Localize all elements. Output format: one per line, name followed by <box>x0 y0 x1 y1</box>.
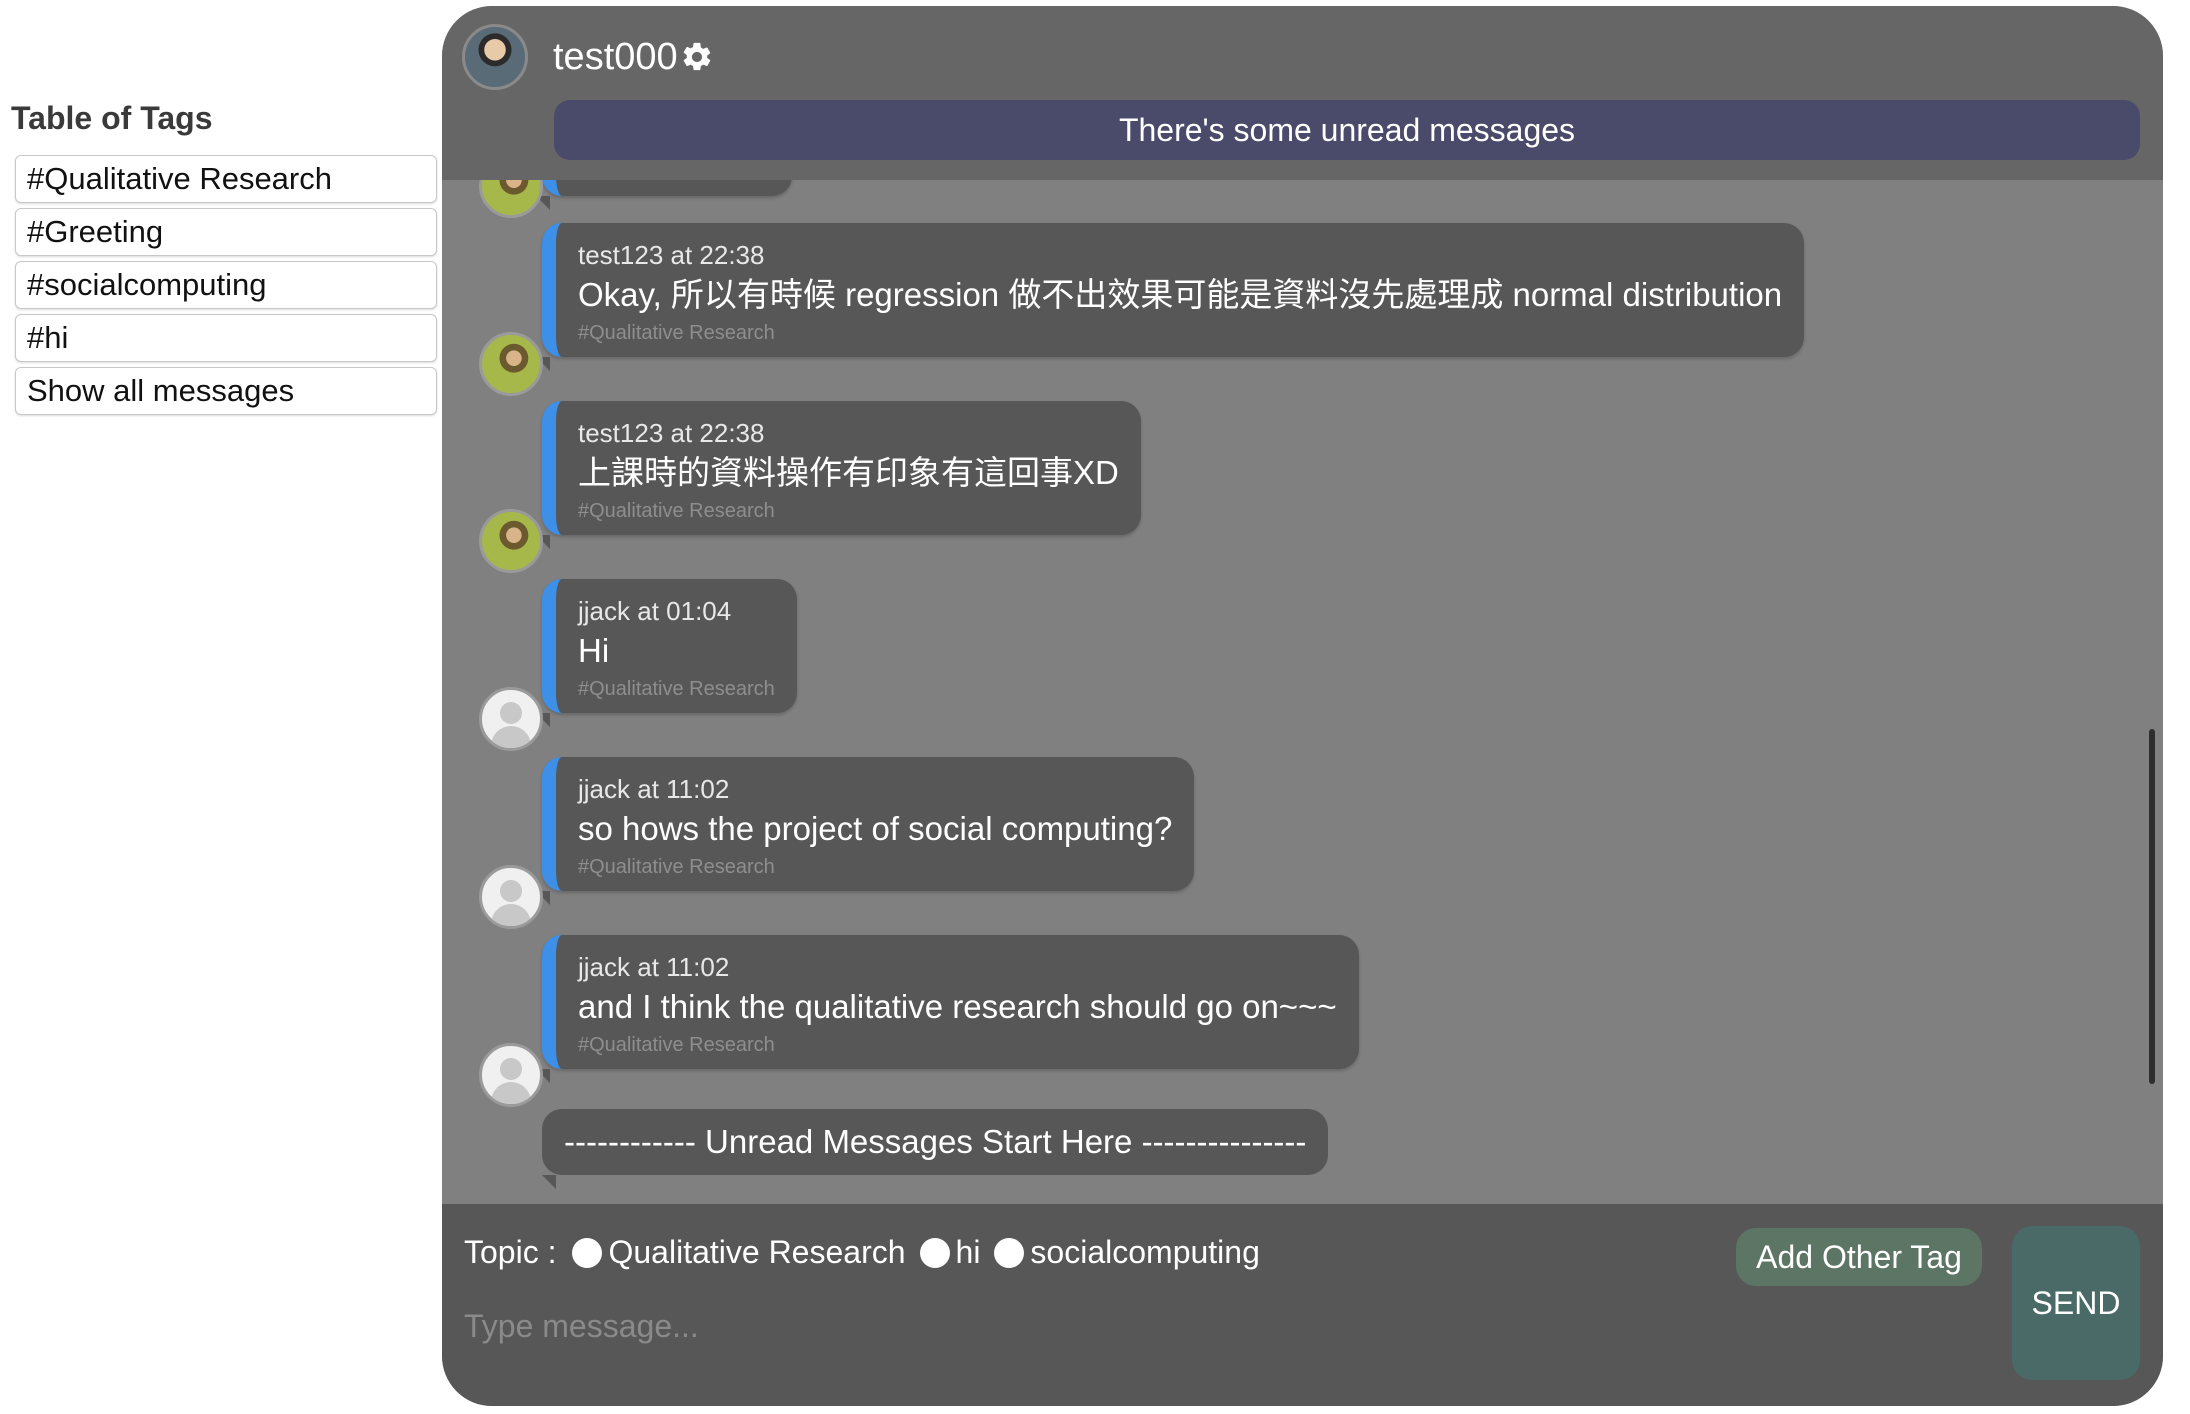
message-input[interactable] <box>464 1296 2004 1356</box>
message-meta: jjack at 11:02 <box>578 774 730 804</box>
topic-radio-hi[interactable] <box>919 1237 950 1268</box>
message-tag: #Qualitative Research <box>578 678 775 700</box>
tag-item-qualitative-research[interactable]: #Qualitative Research <box>15 155 437 203</box>
message-tag: #Qualitative Research <box>578 1034 775 1056</box>
topic-radio-socialcomputing[interactable] <box>994 1237 1025 1268</box>
topic-radio-label: socialcomputing <box>1030 1234 1260 1270</box>
current-user-avatar[interactable] <box>462 24 528 90</box>
message-text: Okay, 所以有時候 regression 做不出效果可能是資料沒先處理成 n… <box>578 276 1783 313</box>
message-composer: Topic : Qualitative Research hi socialco… <box>442 1204 2163 1406</box>
message-meta: test123 at 22:38 <box>578 240 765 270</box>
message-item: test123 at 22:38 Okay, 所以有時候 regression … <box>535 223 1805 371</box>
message-text: Hi <box>578 632 610 669</box>
message-text: so hows the project of social computing? <box>578 810 1173 847</box>
message-item: test123 at 22:38 上課時的資料操作有印象有這回事XD #Qual… <box>536 401 1141 549</box>
chat-header: test000 There's some unread messages <box>442 6 2163 180</box>
message-text: 上課時的資料操作有印象有這回事XD <box>578 454 1119 491</box>
tags-heading: Table of Tags <box>11 100 213 136</box>
topic-radio-qualitative-research[interactable] <box>572 1237 603 1268</box>
add-other-tag-button[interactable]: Add Other Tag <box>1736 1228 1982 1286</box>
topic-radio-label: hi <box>955 1234 981 1270</box>
user-avatar-icon <box>479 687 543 751</box>
message-meta: test123 at 22:38 <box>578 418 765 448</box>
scrollbar-thumb[interactable] <box>2149 729 2155 1084</box>
unread-divider: ------------ Unread Messages Start Here … <box>542 1109 1329 1189</box>
tag-item-socialcomputing[interactable]: #socialcomputing <box>15 261 437 309</box>
tag-item-greeting[interactable]: #Greeting <box>15 208 437 256</box>
user-avatar-icon <box>479 1043 543 1107</box>
tag-item-hi[interactable]: #hi <box>15 314 437 362</box>
message-item: jjack at 01:04 Hi #Qualitative Research <box>536 579 797 727</box>
show-all-messages-button[interactable]: Show all messages <box>15 367 437 415</box>
message-meta: jjack at 01:04 <box>578 596 732 626</box>
user-avatar-icon <box>479 332 543 396</box>
gear-icon[interactable] <box>680 40 714 74</box>
message-tag: #Qualitative Research <box>578 322 775 344</box>
message-list[interactable]: test123 at 22:38 Okay, 所以有時候 regression … <box>442 140 2163 1210</box>
topic-selector: Topic : Qualitative Research hi socialco… <box>464 1234 1264 1271</box>
message-meta: jjack at 11:02 <box>578 952 730 982</box>
message-bubble: test123 at 22:38 Okay, 所以有時候 regression … <box>535 223 1805 371</box>
message-bubble: jjack at 11:02 so hows the project of so… <box>535 757 1195 905</box>
message-scrollbar[interactable] <box>2149 184 2155 1204</box>
chat-window: test123 at 22:38 Okay, 所以有時候 regression … <box>442 6 2163 1406</box>
user-avatar-icon <box>479 865 543 929</box>
message-item: jjack at 11:02 and I think the qualitati… <box>536 935 1359 1083</box>
message-item: jjack at 11:02 so hows the project of so… <box>535 757 1195 905</box>
message-text: and I think the qualitative research sho… <box>578 988 1337 1025</box>
topic-radio-label: Qualitative Research <box>608 1234 906 1270</box>
message-tag: #Qualitative Research <box>578 856 775 878</box>
message-tag: #Qualitative Research <box>578 500 775 522</box>
user-avatar-icon <box>479 509 543 573</box>
message-bubble: jjack at 01:04 Hi #Qualitative Research <box>536 579 797 727</box>
topic-label: Topic : <box>464 1234 557 1270</box>
send-button[interactable]: SEND <box>2012 1226 2140 1380</box>
message-bubble: jjack at 11:02 and I think the qualitati… <box>536 935 1359 1083</box>
tags-panel: Table of Tags #Qualitative Research #Gre… <box>11 100 437 420</box>
message-bubble: test123 at 22:38 上課時的資料操作有印象有這回事XD #Qual… <box>536 401 1141 549</box>
unread-banner[interactable]: There's some unread messages <box>554 100 2140 160</box>
current-username: test000 <box>553 36 678 78</box>
